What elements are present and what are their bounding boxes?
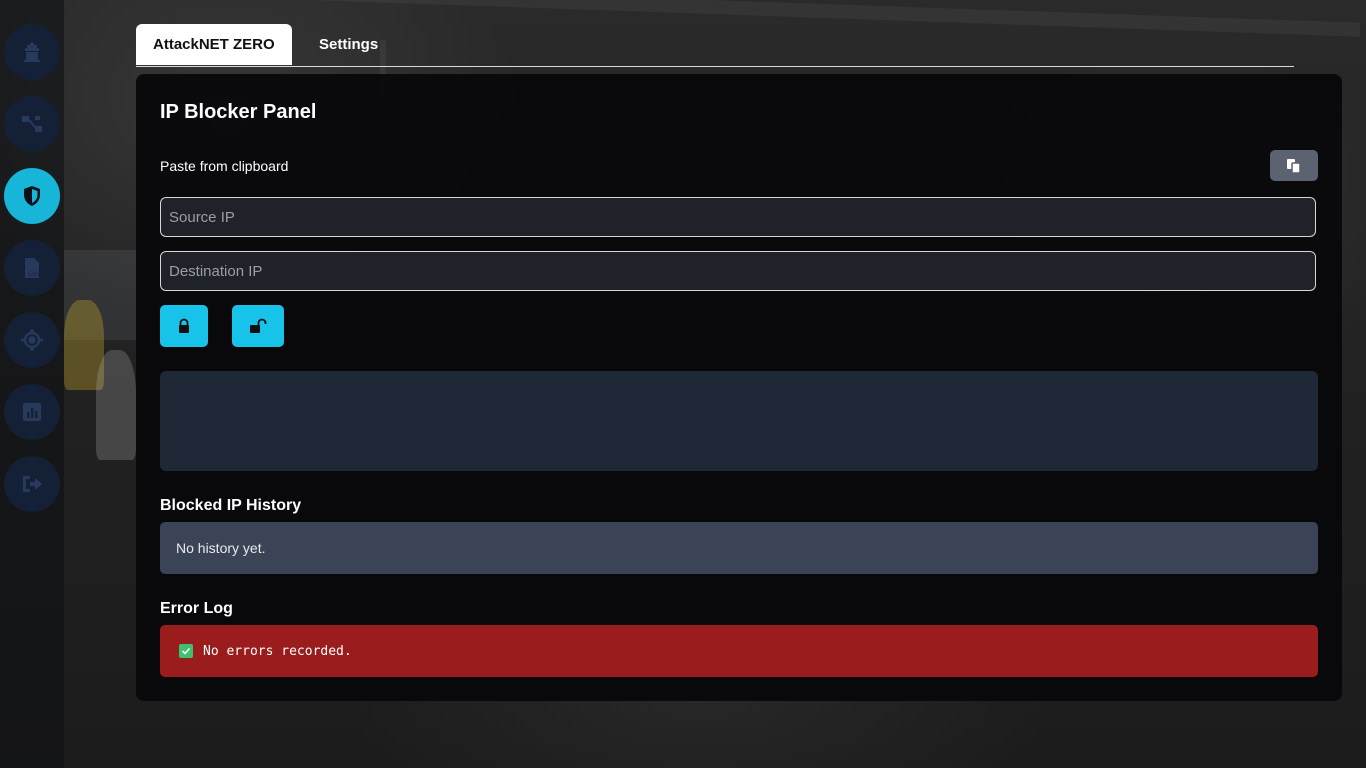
paste-clipboard-button[interactable] — [1270, 150, 1318, 181]
svg-text:CSV: CSV — [28, 271, 41, 278]
clipboard-copy-icon — [1287, 158, 1301, 174]
unblock-ip-button[interactable] — [232, 305, 284, 347]
nav-attack-button[interactable] — [4, 24, 60, 80]
error-message: No errors recorded. — [203, 643, 352, 659]
nav-csv-button[interactable]: CSV — [4, 240, 60, 296]
nav-target-button[interactable] — [4, 312, 60, 368]
csv-file-icon: CSV — [25, 258, 41, 278]
nav-logout-button[interactable] — [4, 456, 60, 512]
sidebar: CSV — [0, 0, 64, 768]
lock-icon — [179, 318, 189, 333]
network-icon — [22, 116, 42, 132]
chart-icon — [23, 403, 41, 421]
tab-attacknet-zero[interactable]: AttackNET ZERO — [136, 24, 292, 65]
nav-shield-button[interactable] — [4, 168, 60, 224]
tab-settings[interactable]: Settings — [302, 24, 395, 65]
history-empty-text: No history yet. — [176, 540, 266, 556]
tab-bar: AttackNET ZERO Settings — [136, 24, 1294, 67]
nav-network-button[interactable] — [4, 96, 60, 152]
destination-ip-input[interactable] — [160, 251, 1316, 291]
shield-icon — [24, 186, 40, 206]
crosshair-icon — [21, 329, 43, 351]
check-icon — [179, 644, 193, 658]
paste-label: Paste from clipboard — [160, 158, 289, 174]
page-title: IP Blocker Panel — [160, 101, 317, 123]
history-title: Blocked IP History — [160, 497, 302, 514]
history-list: No history yet. — [160, 522, 1318, 574]
source-ip-input[interactable] — [160, 197, 1316, 237]
logout-icon — [23, 476, 42, 492]
attack-icon — [24, 42, 40, 62]
unlock-icon — [250, 318, 267, 333]
nav-chart-button[interactable] — [4, 384, 60, 440]
block-ip-button[interactable] — [160, 305, 208, 347]
error-log: No errors recorded. — [160, 625, 1318, 677]
error-log-title: Error Log — [160, 600, 233, 617]
ip-blocker-panel: IP Blocker Panel Paste from clipboard Bl… — [136, 74, 1342, 701]
result-output-area — [160, 371, 1318, 471]
